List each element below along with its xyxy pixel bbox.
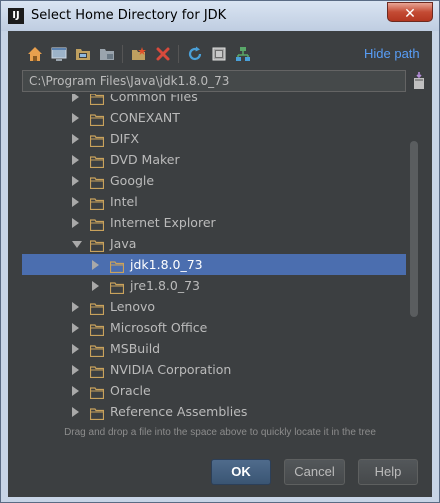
tree-row-label: DVD Maker (110, 152, 180, 167)
tree-row[interactable]: Google (22, 170, 406, 191)
toolbar-separator (122, 45, 123, 63)
tree-row-label: NVIDIA Corporation (110, 362, 232, 377)
tree-row[interactable]: Internet Explorer (22, 212, 406, 233)
tree-row[interactable]: Lenovo (22, 296, 406, 317)
expand-arrow-icon[interactable] (72, 176, 79, 186)
tree-row-label: Common Files (110, 94, 198, 104)
collapse-arrow-icon[interactable] (72, 241, 82, 248)
expand-arrow-icon[interactable] (72, 407, 79, 417)
new-folder-icon[interactable] (130, 45, 148, 63)
tree-row[interactable]: Java (22, 233, 406, 254)
tree-row[interactable]: jre1.8.0_73 (22, 275, 406, 296)
refresh-icon[interactable] (186, 45, 204, 63)
tree-row-label: Internet Explorer (110, 215, 216, 230)
tree-row-label: Oracle (110, 383, 151, 398)
tree-row-label: Reference Assemblies (110, 404, 248, 419)
file-tree[interactable]: Common Files CONEXANT DIFX DVD Maker Google I… (22, 94, 420, 424)
tree-row[interactable]: Reference Assemblies (22, 401, 406, 422)
tree-row[interactable]: MSBuild (22, 338, 406, 359)
expand-arrow-icon[interactable] (72, 197, 79, 207)
tree-row[interactable]: CONEXANT (22, 107, 406, 128)
cancel-button[interactable]: Cancel (284, 459, 345, 485)
expand-arrow-icon[interactable] (72, 155, 79, 165)
path-history-icon[interactable] (412, 72, 426, 95)
tree-row-label: DIFX (110, 131, 140, 146)
tree-row-label: MSBuild (110, 341, 161, 356)
tree-row-label: Java (110, 236, 137, 251)
tree-row[interactable]: Oracle (22, 380, 406, 401)
tree-row-label: Intel (110, 194, 138, 209)
ok-button[interactable]: OK (211, 459, 271, 485)
window-title: Select Home Directory for JDK (31, 8, 227, 23)
expand-arrow-icon[interactable] (72, 323, 79, 333)
path-input[interactable]: C:\Program Files\Java\jdk1.8.0_73 (22, 70, 406, 92)
desktop-icon[interactable] (50, 45, 68, 63)
tree-row[interactable]: DIFX (22, 128, 406, 149)
tree-row[interactable]: NVIDIA Corporation (22, 359, 406, 380)
tree-scrollbar-thumb[interactable] (410, 141, 418, 317)
tree-row-label: jre1.8.0_73 (130, 278, 200, 293)
tree-row-label: CONEXANT (110, 110, 180, 125)
drag-drop-hint: Drag and drop a file into the space abov… (64, 427, 376, 438)
tree-icon[interactable] (234, 45, 252, 63)
expand-arrow-icon[interactable] (92, 281, 99, 291)
intellij-app-icon: IJ (8, 8, 24, 24)
tree-row[interactable]: DVD Maker (22, 149, 406, 170)
tree-row-label: Google (110, 173, 155, 188)
toolbar-separator (178, 45, 179, 63)
expand-arrow-icon[interactable] (72, 365, 79, 375)
title-bar[interactable]: IJ Select Home Directory for JDK ✕ (1, 1, 439, 31)
show-hidden-icon[interactable] (210, 45, 228, 63)
expand-arrow-icon[interactable] (72, 218, 79, 228)
dialog-content: Hide path C:\Program Files\Java\jdk1.8.0… (8, 31, 432, 497)
expand-arrow-icon[interactable] (72, 344, 79, 354)
close-button[interactable]: ✕ (387, 2, 433, 22)
tree-row-label: Lenovo (110, 299, 156, 314)
project-folder-icon[interactable] (74, 45, 92, 63)
toolbar: Hide path (8, 31, 432, 71)
tree-row[interactable]: Microsoft Office (22, 317, 406, 338)
expand-arrow-icon[interactable] (72, 113, 79, 123)
expand-arrow-icon[interactable] (72, 94, 79, 102)
tree-row[interactable]: Intel (22, 191, 406, 212)
hide-path-link[interactable]: Hide path (364, 46, 420, 61)
expand-arrow-icon[interactable] (72, 302, 79, 312)
module-folder-icon[interactable] (98, 45, 116, 63)
tree-row-label: jdk1.8.0_73 (130, 257, 203, 272)
help-button[interactable]: Help (358, 459, 418, 485)
delete-icon[interactable] (154, 45, 172, 63)
tree-row[interactable]: jdk1.8.0_73 (22, 254, 406, 275)
expand-arrow-icon[interactable] (72, 386, 79, 396)
tree-row-label: Microsoft Office (110, 320, 208, 335)
folder-icon (89, 405, 105, 424)
dialog-window: IJ Select Home Directory for JDK ✕ Hide … (0, 0, 440, 503)
home-icon[interactable] (26, 45, 44, 63)
tree-row[interactable]: Common Files (22, 94, 406, 107)
expand-arrow-icon[interactable] (92, 260, 99, 270)
expand-arrow-icon[interactable] (72, 134, 79, 144)
